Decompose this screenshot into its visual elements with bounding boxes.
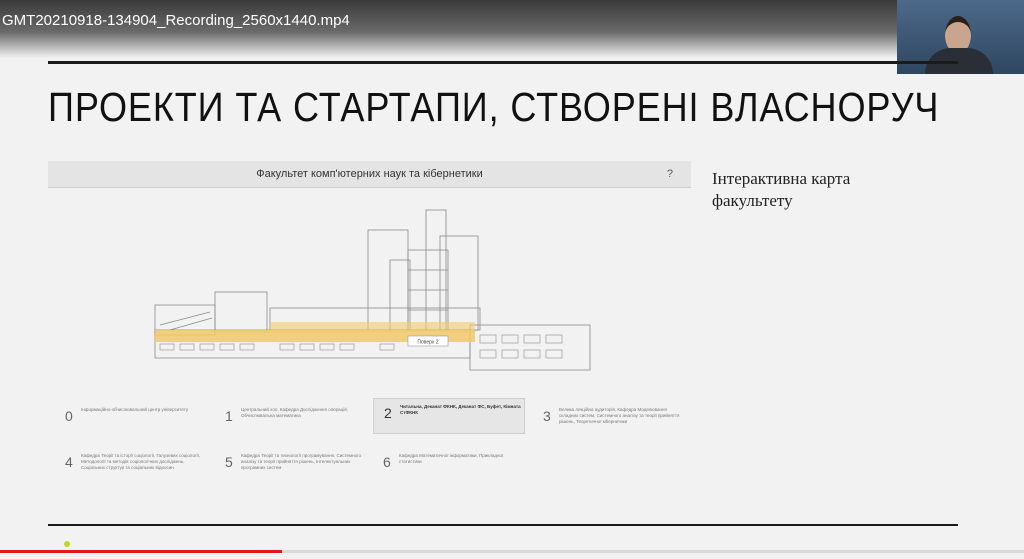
floor-list: 0 Інформаційно-обчислювальний центр унів… <box>55 390 695 490</box>
map-header: Факультет комп'ютерних наук та кібернети… <box>48 161 691 188</box>
floor-description: Велика лекційна аудиторія, Кафедра Модел… <box>559 407 680 424</box>
cursor-dot <box>64 541 70 547</box>
floor-item-5[interactable]: 5 Кафедра Теорії та технології програмув… <box>215 448 365 482</box>
map-header-title: Факультет комп'ютерних наук та кібернети… <box>256 168 483 180</box>
building-illustration[interactable]: Поверх 2 <box>140 200 600 375</box>
floor-description: Читальна, Деканат ФКНК, Деканат ФС, Буфе… <box>400 404 521 415</box>
floor-item-2[interactable]: 2 Читальна, Деканат ФКНК, Деканат ФС, Бу… <box>373 398 525 434</box>
floor-item-0[interactable]: 0 Інформаційно-обчислювальний центр унів… <box>55 402 205 436</box>
floor-description: Кафедра Математичної інформатики, Прикла… <box>399 453 504 464</box>
help-icon[interactable]: ? <box>667 168 673 180</box>
floor-number: 1 <box>225 408 233 424</box>
floor-item-6[interactable]: 6 Кафедра Математичної інформатики, Прик… <box>373 448 523 482</box>
floor-item-1[interactable]: 1 Центральний хол, Кафедра Дослідження о… <box>215 402 365 436</box>
slide-top-rule <box>48 61 958 64</box>
floor-number: 4 <box>65 454 73 470</box>
floor-item-4[interactable]: 4 Кафедра Теорії та історії соціології, … <box>55 448 205 482</box>
floor-description: Кафедра Теорії та історії соціології, Га… <box>81 453 201 470</box>
slide-title: ПРОЕКТИ ТА СТАРТАПИ, СТВОРЕНІ ВЛАСНОРУЧ <box>48 84 940 130</box>
floor-number: 3 <box>543 408 551 424</box>
floor-number: 6 <box>383 454 391 470</box>
floor-item-3[interactable]: 3 Велика лекційна аудиторія, Кафедра Мод… <box>533 402 683 436</box>
video-top-bar <box>0 0 1024 58</box>
floor-description: Інформаційно-обчислювальний центр універ… <box>81 407 189 412</box>
floor-number: 2 <box>384 405 392 421</box>
slide-bottom-rule <box>48 524 958 526</box>
slide-caption: Інтерактивна карта факультету <box>712 169 851 210</box>
floor-number: 5 <box>225 454 233 470</box>
floor-description: Кафедра Теорії та технології програмуван… <box>241 453 362 470</box>
floor-tag: Поверх 2 <box>417 340 438 346</box>
floor-description: Центральний хол, Кафедра Дослідження опе… <box>241 407 349 418</box>
video-progress-fill <box>0 550 282 553</box>
floor-number: 0 <box>65 408 73 424</box>
video-filename: GMT20210918-134904_Recording_2560x1440.m… <box>2 12 350 29</box>
